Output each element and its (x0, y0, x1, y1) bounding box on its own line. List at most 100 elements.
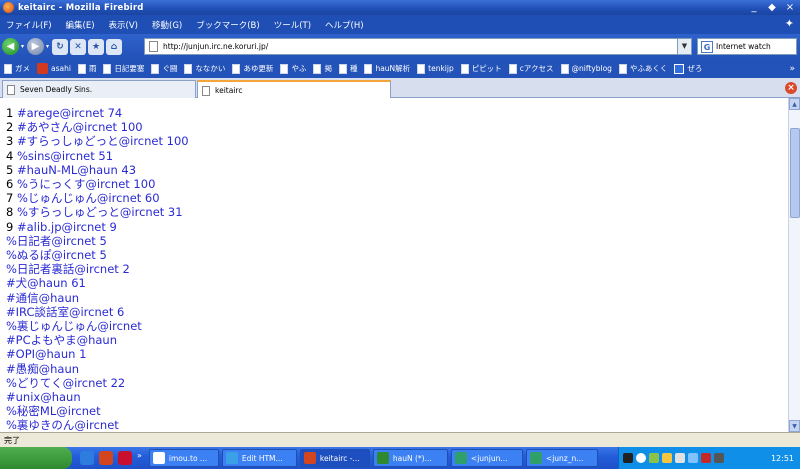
channel-list-item: 3 #すらっしゅどっと@ircnet 100 (6, 134, 788, 148)
channel-link[interactable]: %日記者裏話@ircnet 2 (6, 262, 130, 276)
menu-edit[interactable]: 編集(E) (66, 19, 95, 31)
taskbar-task-button[interactable]: hauN (*)... (372, 449, 448, 467)
tab-label: keitairc (215, 86, 243, 95)
task-label: <junjun... (470, 453, 508, 463)
channel-link[interactable]: #愚痴@haun (6, 362, 79, 376)
bookmark-page-icon (618, 63, 627, 74)
taskbar-task-button[interactable]: keitairc -... (299, 449, 370, 467)
bookmark-item[interactable]: 掲 (313, 63, 332, 74)
channel-link[interactable]: #alib.jp@ircnet 9 (17, 220, 117, 234)
close-tab-icon[interactable]: × (785, 82, 797, 94)
tray-calendar-icon[interactable] (623, 453, 633, 463)
url-dropdown-button[interactable]: ▼ (677, 39, 691, 54)
taskbar-task-button[interactable]: Edit HTM... (221, 449, 297, 467)
channel-link[interactable]: #あやさん@ircnet 100 (17, 120, 143, 134)
channel-link[interactable]: %秘密ML@ircnet (6, 404, 101, 418)
channel-link[interactable]: #unix@haun (6, 390, 81, 404)
bookmark-item[interactable]: ななかい (184, 63, 225, 74)
bookmark-page-icon (460, 63, 469, 74)
bookmark-item[interactable]: ぜろ (674, 63, 702, 74)
menu-help[interactable]: ヘルプ(H) (325, 19, 364, 31)
bookmark-item[interactable]: あゆ更新 (232, 63, 273, 74)
tray-volume-icon[interactable] (675, 453, 685, 463)
bookmark-item[interactable]: 日記要塞 (103, 63, 144, 74)
bookmark-item[interactable]: やふ (280, 63, 306, 74)
start-button[interactable] (0, 447, 72, 469)
tray-display-icon[interactable] (714, 453, 724, 463)
menu-go[interactable]: 移動(G) (152, 19, 182, 31)
taskbar-task-button[interactable]: <junjun... (450, 449, 523, 467)
tray-security-icon[interactable] (701, 453, 711, 463)
channel-link[interactable]: #arege@ircnet 74 (17, 106, 122, 120)
bookmark-item[interactable]: hauN解析 (364, 63, 410, 74)
channel-link[interactable]: #OPI@haun 1 (6, 347, 86, 361)
scroll-thumb[interactable] (790, 128, 800, 218)
forward-dropdown-icon[interactable]: ▾ (46, 43, 49, 50)
channel-link[interactable]: #IRC談話室@ircnet 6 (6, 305, 124, 319)
bookmark-item[interactable]: tenkijp (417, 63, 454, 74)
taskbar-task-button[interactable]: <junz_n... (525, 449, 598, 467)
bookmark-item[interactable]: ピピット (460, 63, 502, 74)
tray-app-icon[interactable] (662, 453, 672, 463)
quick-launch-more-icon[interactable]: » (137, 451, 142, 465)
bookmark-item[interactable]: ガメ (4, 63, 30, 74)
channel-link[interactable]: %裏ゆきのん@ircnet (6, 418, 119, 432)
tab-seven-deadly-sins[interactable]: Seven Deadly Sins. (2, 80, 196, 98)
channel-link[interactable]: #すらっしゅどっと@ircnet 100 (17, 134, 189, 148)
bookmark-item[interactable]: asahi (37, 63, 71, 74)
bookmark-label: やふあくく (629, 64, 668, 73)
url-text[interactable]: http://junjun.irc.ne.koruri.jp/ (163, 42, 268, 51)
channel-link[interactable]: %すらっしゅどっと@ircnet 31 (17, 205, 183, 219)
close-window-button[interactable]: × (784, 1, 796, 14)
tab-keitairc[interactable]: keitairc (197, 80, 391, 99)
minimize-button[interactable]: _ (748, 1, 760, 14)
channel-link[interactable]: %裏じゅんじゅん@ircnet (6, 319, 142, 333)
reload-button[interactable]: ↻ (52, 38, 69, 55)
bookmark-item[interactable]: @niftyblog (560, 63, 612, 74)
channel-link[interactable]: %じゅんじゅん@ircnet 60 (17, 191, 160, 205)
firebird-icon[interactable] (99, 451, 113, 465)
bookmark-item[interactable]: cアクセス (508, 63, 554, 74)
window-titlebar: keitairc - Mozilla Firebird _ ◆ × (0, 0, 800, 15)
bookmark-item[interactable]: ぐ闘 (151, 63, 177, 74)
channel-link[interactable]: %どりてく@ircnet 22 (6, 376, 125, 390)
url-bar[interactable]: http://junjun.irc.ne.koruri.jp/ ▼ (144, 38, 692, 55)
menubar: ファイル(F) 編集(E) 表示(V) 移動(G) ブックマーク(B) ツール(… (0, 15, 800, 34)
scroll-down-arrow-icon[interactable]: ▼ (789, 420, 800, 432)
tray-clock-icon[interactable] (636, 453, 646, 463)
ie-icon[interactable] (80, 451, 94, 465)
scroll-up-arrow-icon[interactable]: ▲ (789, 98, 800, 110)
menu-file[interactable]: ファイル(F) (6, 19, 52, 31)
bookmark-item[interactable]: 種 (338, 63, 357, 74)
stop-button[interactable]: ✕ (70, 38, 87, 55)
bookmark-manager-button[interactable]: ★ (88, 38, 105, 55)
channel-link[interactable]: #PCよもやま@haun (6, 333, 117, 347)
channel-link[interactable]: %sins@ircnet 51 (17, 149, 113, 163)
channel-link[interactable]: #犬@haun 61 (6, 276, 86, 290)
channel-link[interactable]: %ぬるぽ@ircnet 5 (6, 248, 107, 262)
tray-network-icon[interactable] (649, 453, 659, 463)
back-button[interactable]: ◀ (2, 38, 19, 55)
tray-messenger-icon[interactable] (688, 453, 698, 463)
home-button[interactable]: ⌂ (106, 38, 123, 55)
app-icon[interactable] (118, 451, 132, 465)
bookmarks-overflow-icon[interactable]: » (789, 64, 795, 74)
bookmark-item[interactable]: やふあくく (618, 63, 668, 74)
bookmark-page-icon (364, 63, 373, 74)
forward-button[interactable]: ▶ (27, 38, 45, 55)
vertical-scrollbar[interactable]: ▲ ▼ (788, 98, 800, 432)
google-search-icon[interactable]: G (701, 40, 713, 53)
menu-tools[interactable]: ツール(T) (274, 19, 311, 31)
restore-button[interactable]: ◆ (766, 1, 778, 14)
search-input[interactable]: Internet watch (716, 42, 771, 51)
channel-link[interactable]: #hauN-ML@haun 43 (17, 163, 136, 177)
taskbar-task-button[interactable]: imou.to ... (148, 449, 219, 467)
back-dropdown-icon[interactable]: ▾ (21, 43, 24, 50)
search-box[interactable]: G Internet watch (697, 38, 797, 55)
channel-link[interactable]: %うにっくす@ircnet 100 (17, 177, 155, 191)
menu-bookmarks[interactable]: ブックマーク(B) (196, 19, 259, 31)
bookmark-item[interactable]: 雨 (77, 63, 96, 74)
channel-link[interactable]: %日記者@ircnet 5 (6, 234, 107, 248)
channel-link[interactable]: #通信@haun (6, 291, 79, 305)
menu-view[interactable]: 表示(V) (109, 19, 138, 31)
